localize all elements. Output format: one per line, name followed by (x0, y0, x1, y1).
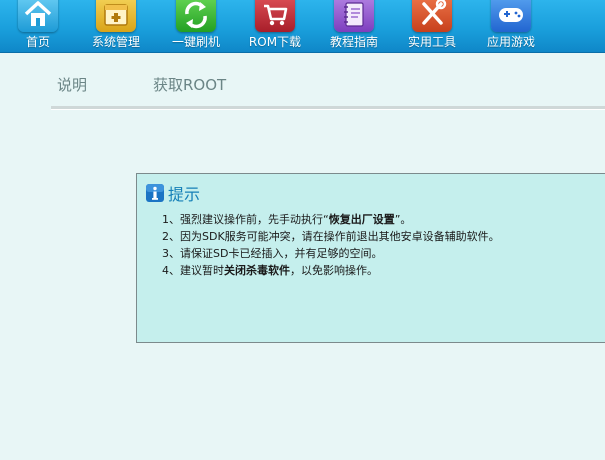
system-manage-icon (96, 0, 136, 32)
notice-title: 提示 (168, 185, 201, 204)
notice-item: 1、强烈建议操作前，先手动执行“恢复出厂设置”。 (162, 213, 412, 226)
toolbar-item-useful-tools[interactable]: 实用工具 (402, 0, 462, 52)
tab-get-root[interactable]: 获取ROOT (153, 74, 226, 95)
tab-instructions[interactable]: 说明 (57, 74, 87, 95)
notice-item: 4、建议暂时关闭杀毒软件，以免影响操作。 (162, 264, 378, 277)
refresh-flash-icon (176, 0, 216, 32)
notice-item: 3、请保证SD卡已经插入，并有足够的空间。 (162, 247, 383, 260)
tools-icon (412, 0, 452, 32)
toolbar-item-tutorial-guide[interactable]: 教程指南 (324, 0, 384, 52)
toolbar-label: ROM下载 (248, 35, 302, 49)
sub-tab-bar: 说明 获取ROOT (51, 60, 605, 109)
toolbar-item-apps-games[interactable]: 应用游戏 (481, 0, 541, 52)
notebook-icon (334, 0, 374, 32)
toolbar-item-home[interactable]: 首页 (12, 0, 64, 52)
toolbar-label: 实用工具 (407, 35, 456, 49)
shopping-cart-icon (255, 0, 295, 32)
info-icon (146, 184, 164, 202)
home-icon (18, 0, 58, 32)
notice-item: 2、因为SDK服务可能冲突，请在操作前退出其他安卓设备辅助软件。 (162, 230, 500, 243)
toolbar-label: 应用游戏 (486, 35, 535, 49)
toolbar-label: 首页 (25, 35, 50, 49)
toolbar-label: 一键刷机 (171, 35, 220, 49)
toolbar-label: 系统管理 (91, 35, 140, 49)
gamepad-icon (491, 0, 531, 32)
main-toolbar: 首页 系统管理 一键刷机 ROM下载 教程指南 实用工具 应用游戏 (0, 0, 605, 53)
toolbar-item-rom-download[interactable]: ROM下载 (244, 0, 306, 52)
notice-panel: 提示 1、强烈建议操作前，先手动执行“恢复出厂设置”。 2、因为SDK服务可能冲… (136, 173, 605, 343)
toolbar-label: 教程指南 (329, 35, 378, 49)
toolbar-item-one-click-flash[interactable]: 一键刷机 (166, 0, 226, 52)
toolbar-item-system-manage[interactable]: 系统管理 (86, 0, 146, 52)
notice-list: 1、强烈建议操作前，先手动执行“恢复出厂设置”。 2、因为SDK服务可能冲突，请… (162, 211, 500, 279)
